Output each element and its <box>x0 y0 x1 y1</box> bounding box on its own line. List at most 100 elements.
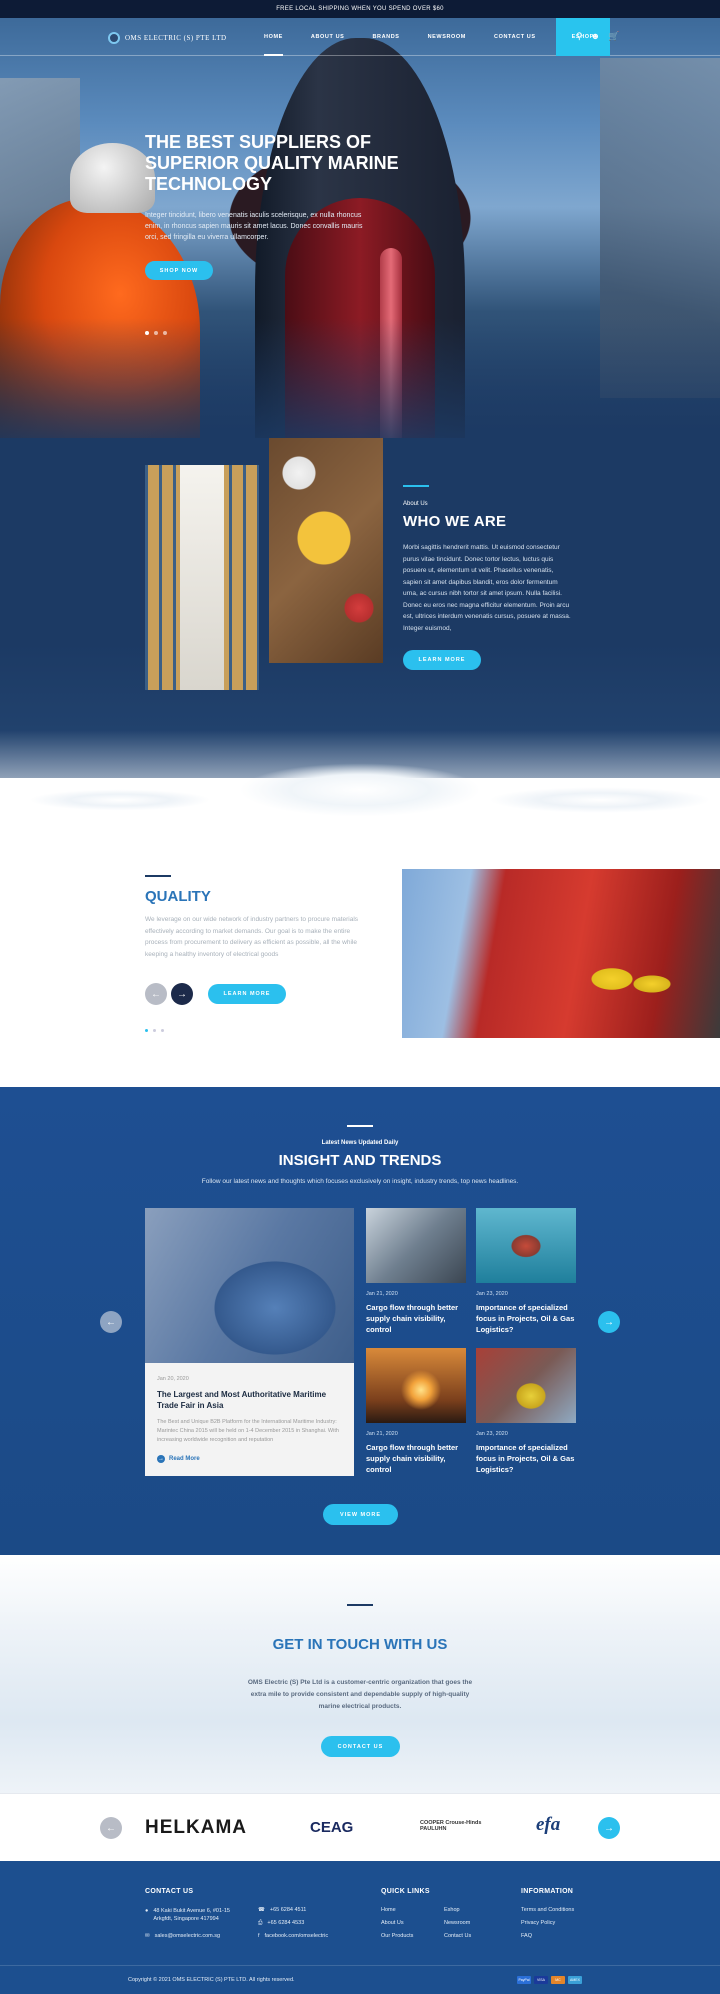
news-title[interactable]: Importance of specialized focus in Proje… <box>476 1302 576 1335</box>
phone-icon: ☎ <box>258 1907 265 1913</box>
footer-link-faq[interactable]: FAQ <box>521 1933 532 1939</box>
featured-news-card[interactable]: Jan 20, 2020 The Largest and Most Author… <box>145 1208 354 1476</box>
visa-icon: VISA <box>534 1976 548 1984</box>
news-card[interactable]: Jan 23, 2020 Importance of specialized f… <box>476 1208 576 1335</box>
footer-link-about[interactable]: About Us <box>381 1920 404 1926</box>
brand-logo-helkama[interactable]: HELKAMA <box>145 1817 247 1839</box>
next-arrow-button[interactable]: → <box>171 983 193 1005</box>
brand-logo-efa[interactable]: efa <box>536 1814 560 1836</box>
slider-dot[interactable] <box>153 1029 156 1032</box>
footer-address: ● 48 Kaki Bukit Avenue 6, #01-15 Arkgfdt,… <box>145 1907 245 1923</box>
payment-methods: PayPal VISA MC AMEX <box>517 1976 582 1984</box>
brand-logo-cooper[interactable]: COOPER Crouse-Hinds PAULUHN <box>420 1820 485 1832</box>
helmet-image <box>70 143 155 213</box>
tools-image <box>269 438 383 663</box>
insight-subtitle: Follow our latest news and thoughts whic… <box>201 1178 519 1185</box>
quality-text: We leverage on our wide network of indus… <box>145 916 359 958</box>
site-footer: CONTACT US ● 48 Kaki Bukit Avenue 6, #01-… <box>0 1861 720 1994</box>
news-prev-button[interactable]: ← <box>100 1311 122 1333</box>
slider-dot[interactable] <box>163 331 167 335</box>
facebook-text[interactable]: facebook.com/omselectric <box>265 1933 329 1939</box>
main-nav: OMS ELECTRIC (S) PTE LTD HOME ABOUT US B… <box>0 18 720 56</box>
fax-text: +65 6284 4533 <box>267 1920 305 1926</box>
news-card[interactable]: Jan 23, 2020 Importance of specialized f… <box>476 1348 576 1475</box>
footer-facebook[interactable]: f facebook.com/omselectric <box>258 1933 328 1939</box>
quality-slider-dots <box>145 1029 164 1032</box>
contact-us-button[interactable]: CONTACT US <box>321 1736 400 1757</box>
nav-item-brands[interactable]: BRANDS <box>358 18 413 56</box>
arrow-right-icon: → <box>157 1455 165 1463</box>
phone-text[interactable]: +65 6284 4511 <box>270 1907 306 1913</box>
news-title[interactable]: Cargo flow through better supply chain v… <box>366 1442 466 1475</box>
about-title: WHO WE ARE <box>403 513 507 530</box>
quality-learn-more-button[interactable]: LEARN MORE <box>208 984 286 1004</box>
hero-title: THE BEST SUPPLIERS OF SUPERIOR QUALITY M… <box>145 132 399 194</box>
footer-contact-title: CONTACT US <box>145 1888 194 1895</box>
amex-icon: AMEX <box>568 1976 582 1984</box>
cloud-divider <box>0 730 720 870</box>
user-icon[interactable]: ☻ <box>591 31 600 42</box>
news-card[interactable]: Jan 21, 2020 Cargo flow through better s… <box>366 1208 466 1335</box>
partners-carousel: ← HELKAMA CEAG COOPER Crouse-Hinds PAULU… <box>0 1793 720 1861</box>
logo-text: OMS ELECTRIC (S) PTE LTD <box>125 34 227 42</box>
footer-phone[interactable]: ☎ +65 6284 4511 <box>258 1907 306 1913</box>
news-title[interactable]: The Largest and Most Authoritative Marit… <box>157 1389 337 1411</box>
about-text: Morbi sagittis hendrerit mattis. Ut euis… <box>403 544 571 632</box>
email-text[interactable]: sales@omselectric.com.sg <box>155 1933 221 1939</box>
nav-item-newsroom[interactable]: NEWSROOM <box>414 18 480 56</box>
slider-dot[interactable] <box>161 1029 164 1032</box>
nav-item-about[interactable]: ABOUT US <box>297 18 359 56</box>
footer-link-home[interactable]: Home <box>381 1907 396 1913</box>
nav-item-home[interactable]: HOME <box>250 18 297 56</box>
news-title[interactable]: Cargo flow through better supply chain v… <box>366 1302 466 1335</box>
contact-text: OMS Electric (S) Pte Ltd is a customer-c… <box>247 1679 473 1710</box>
read-more-link[interactable]: → Read More <box>157 1455 200 1463</box>
cart-icon[interactable]: 🛒 <box>608 31 619 42</box>
news-card[interactable]: Jan 21, 2020 Cargo flow through better s… <box>366 1348 466 1475</box>
news-image <box>145 1208 354 1363</box>
news-image <box>366 1208 466 1283</box>
footer-email[interactable]: ✉ sales@omselectric.com.sg <box>145 1933 220 1939</box>
slider-dot[interactable] <box>154 331 158 335</box>
arrow-right-icon: → <box>177 988 187 1000</box>
news-next-button[interactable]: → <box>598 1311 620 1333</box>
news-date: Jan 23, 2020 <box>476 1431 508 1437</box>
news-title[interactable]: Importance of specialized focus in Proje… <box>476 1442 576 1475</box>
hero-slider-dots <box>145 331 167 335</box>
news-date: Jan 23, 2020 <box>476 1291 508 1297</box>
hero-fade <box>0 318 720 438</box>
slider-dot[interactable] <box>145 331 149 335</box>
read-more-label: Read More <box>169 1456 200 1462</box>
footer-link-terms[interactable]: Terms and Conditions <box>521 1907 574 1913</box>
nav-item-contact[interactable]: CONTACT US <box>480 18 550 56</box>
nav-menu: HOME ABOUT US BRANDS NEWSROOM CONTACT US… <box>250 18 610 56</box>
partners-prev-button[interactable]: ← <box>100 1817 122 1839</box>
slider-dot[interactable] <box>145 1029 148 1032</box>
arrow-left-icon: ← <box>106 1316 116 1328</box>
mail-icon: ✉ <box>145 1933 150 1939</box>
arrow-right-icon: → <box>604 1822 614 1834</box>
footer-link-privacy[interactable]: Privacy Policy <box>521 1920 555 1926</box>
facebook-icon: f <box>258 1933 260 1939</box>
footer-bottom-bar: Copyright © 2021 OMS ELECTRIC (S) PTE LT… <box>0 1965 720 1994</box>
search-icon[interactable]: ⚲ <box>576 31 583 42</box>
footer-link-newsroom[interactable]: Newsroom <box>444 1920 470 1926</box>
about-eyebrow: About Us <box>403 501 428 507</box>
partners-next-button[interactable]: → <box>598 1817 620 1839</box>
mastercard-icon: MC <box>551 1976 565 1984</box>
brand-logo-ceag[interactable]: CEAG <box>310 1819 353 1836</box>
copyright-text: Copyright © 2021 OMS ELECTRIC (S) PTE LT… <box>128 1977 295 1983</box>
news-date: Jan 20, 2020 <box>157 1376 189 1382</box>
prev-arrow-button[interactable]: ← <box>145 983 167 1005</box>
footer-link-eshop[interactable]: Eshop <box>444 1907 460 1913</box>
site-logo[interactable]: OMS ELECTRIC (S) PTE LTD <box>108 32 227 44</box>
shop-now-button[interactable]: SHOP NOW <box>145 261 213 280</box>
insight-accent-line <box>347 1125 373 1127</box>
view-more-button[interactable]: VIEW MORE <box>323 1504 398 1525</box>
news-date: Jan 21, 2020 <box>366 1291 398 1297</box>
footer-link-products[interactable]: Our Products <box>381 1933 413 1939</box>
location-icon: ● <box>145 1908 149 1914</box>
about-learn-more-button[interactable]: LEARN MORE <box>403 650 481 670</box>
footer-link-contact[interactable]: Contact Us <box>444 1933 471 1939</box>
news-image <box>476 1348 576 1423</box>
